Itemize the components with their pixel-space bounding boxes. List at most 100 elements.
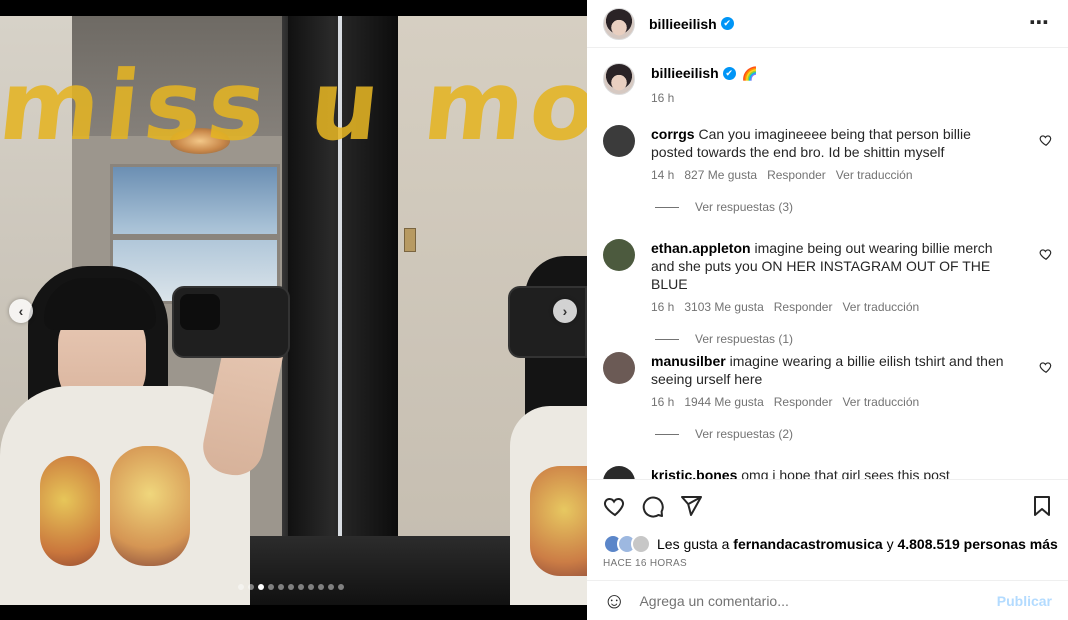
comment-reply-button[interactable]: Responder (774, 393, 833, 411)
comment-item: manusilber imagine wearing a billie eili… (603, 352, 1053, 443)
comment-username[interactable]: ethan.appleton (651, 240, 751, 256)
comment-input[interactable] (639, 592, 990, 609)
carousel-dot (248, 584, 254, 590)
comment-item: corrgs Can you imagineeee being that per… (603, 125, 1053, 216)
carousel-dots (238, 584, 344, 590)
carousel-dot (258, 584, 264, 590)
liker-avatars[interactable] (603, 534, 651, 554)
comments-list: billieeilish ✔ 🌈 16 h corrgs Can you imagi… (587, 49, 1068, 479)
photo-person-bangs (44, 278, 156, 330)
comment-reply-button[interactable]: Responder (767, 166, 826, 184)
rainbow-emoji: 🌈 (741, 66, 758, 81)
photo-reflection-phone (508, 286, 587, 358)
send-icon[interactable] (679, 494, 703, 518)
photo-shirt-print-a (40, 456, 100, 566)
comment-body: corrgs Can you imagineeee being that per… (651, 125, 1011, 216)
comment-text: omg i hope that girl sees this post (741, 467, 950, 479)
carousel-next-button[interactable]: › (553, 299, 577, 323)
carousel-dot (268, 584, 274, 590)
replies-line (655, 433, 679, 435)
comment-heart-icon[interactable] (1039, 247, 1053, 261)
caption-body: billieeilish ✔ 🌈 16 h (651, 63, 758, 105)
post-media: miss u mon ‹ › (0, 0, 587, 620)
comment-item: ethan.appleton imagine being out wearing… (603, 239, 1053, 348)
comment-text: Can you imagineeee being that person bil… (651, 126, 971, 160)
verified-icon: ✔ (720, 17, 734, 30)
comment-translate-button[interactable]: Ver traducción (842, 393, 919, 411)
chevron-left-icon: ‹ (18, 303, 24, 319)
photo-phone-camera (180, 294, 220, 330)
author-username[interactable]: billieeilish (649, 16, 717, 32)
comment-username[interactable]: corrgs (651, 126, 695, 142)
publish-button[interactable]: Publicar (997, 593, 1052, 609)
comment-translate-button[interactable]: Ver traducción (836, 166, 913, 184)
view-replies-label: Ver respuestas (1) (695, 332, 794, 346)
post-actions: Les gusta a fernandacastromusica y 4.808… (587, 479, 1068, 580)
carousel-dot (338, 584, 344, 590)
view-replies-button[interactable]: Ver respuestas (3) (651, 198, 1011, 216)
author-avatar[interactable] (603, 7, 635, 40)
comment-avatar[interactable] (603, 466, 635, 479)
emoji-icon[interactable]: ☺ (603, 588, 625, 614)
caption-username[interactable]: billieeilish (651, 65, 719, 81)
carousel-dot (278, 584, 284, 590)
bookmark-icon[interactable] (1030, 494, 1054, 518)
likes-summary: Les gusta a fernandacastromusica y 4.808… (603, 534, 1058, 554)
comment-body: ethan.appleton imagine being out wearing… (651, 239, 1011, 348)
caption-time: 16 h (651, 91, 675, 105)
post-photo: miss u mon (0, 16, 587, 605)
comment-avatar[interactable] (603, 352, 635, 384)
post-timestamp[interactable]: HACE 16 HORAS (603, 558, 687, 569)
caption-avatar[interactable] (603, 63, 635, 95)
comment-body: manusilber imagine wearing a billie eili… (651, 352, 1011, 443)
view-replies-button[interactable]: Ver respuestas (2) (651, 425, 1011, 443)
comment-meta: 16 h 3103 Me gusta Responder Ver traducc… (651, 298, 1011, 316)
comment-likes[interactable]: 3103 Me gusta (684, 298, 763, 316)
comment-body: kristic.bones omg i hope that girl sees … (651, 466, 1011, 479)
comment-meta: 14 h 827 Me gusta Responder Ver traducci… (651, 166, 1011, 184)
photo-light-switch (404, 228, 416, 252)
view-replies-label: Ver respuestas (2) (695, 427, 794, 441)
carousel-dot (238, 584, 244, 590)
more-options-icon[interactable]: ⋯ (1029, 10, 1050, 35)
photo-shirt-print-b (110, 446, 190, 566)
comment-time[interactable]: 16 h (651, 393, 674, 411)
comment-heart-icon[interactable] (1039, 360, 1053, 374)
post-caption: billieeilish ✔ 🌈 16 h (603, 63, 758, 105)
comment-username[interactable]: manusilber (651, 353, 726, 369)
comment-avatar[interactable] (603, 125, 635, 157)
replies-line (655, 206, 679, 208)
post-panel: billieeilish ✔ ⋯ billieeilish ✔ 🌈 16 h cor… (587, 0, 1068, 620)
likes-middle: y (886, 536, 894, 552)
comment-item: kristic.bones omg i hope that girl sees … (603, 466, 1053, 479)
comment-username[interactable]: kristic.bones (651, 467, 737, 479)
comment-meta: 16 h 1944 Me gusta Responder Ver traducc… (651, 393, 1011, 411)
comment-composer: ☺ Publicar (587, 580, 1068, 620)
carousel-dot (308, 584, 314, 590)
liker-avatar (631, 534, 651, 554)
carousel-dot (328, 584, 334, 590)
likes-prefix: Les gusta a (657, 536, 730, 552)
likes-count[interactable]: 4.808.519 personas más (897, 536, 1057, 552)
comment-reply-button[interactable]: Responder (774, 298, 833, 316)
carousel-dot (288, 584, 294, 590)
chevron-right-icon: › (562, 303, 568, 319)
photo-window-bar (110, 234, 280, 240)
photo-mirror-writing: miss u mon (0, 50, 587, 162)
comment-translate-button[interactable]: Ver traducción (842, 298, 919, 316)
view-replies-button[interactable]: Ver respuestas (1) (651, 330, 1011, 348)
comment-time[interactable]: 16 h (651, 298, 674, 316)
post-header: billieeilish ✔ ⋯ (587, 0, 1068, 48)
comment-time[interactable]: 14 h (651, 166, 674, 184)
comment-likes[interactable]: 827 Me gusta (684, 166, 757, 184)
carousel-prev-button[interactable]: ‹ (9, 299, 33, 323)
comment-avatar[interactable] (603, 239, 635, 271)
verified-icon: ✔ (722, 67, 736, 81)
comment-heart-icon[interactable] (1039, 133, 1053, 147)
photo-reflection-print (530, 466, 587, 576)
carousel-dot (298, 584, 304, 590)
comment-likes[interactable]: 1944 Me gusta (684, 393, 763, 411)
heart-icon[interactable] (603, 494, 627, 518)
likes-user[interactable]: fernandacastromusica (733, 536, 882, 552)
comment-icon[interactable] (641, 494, 665, 518)
